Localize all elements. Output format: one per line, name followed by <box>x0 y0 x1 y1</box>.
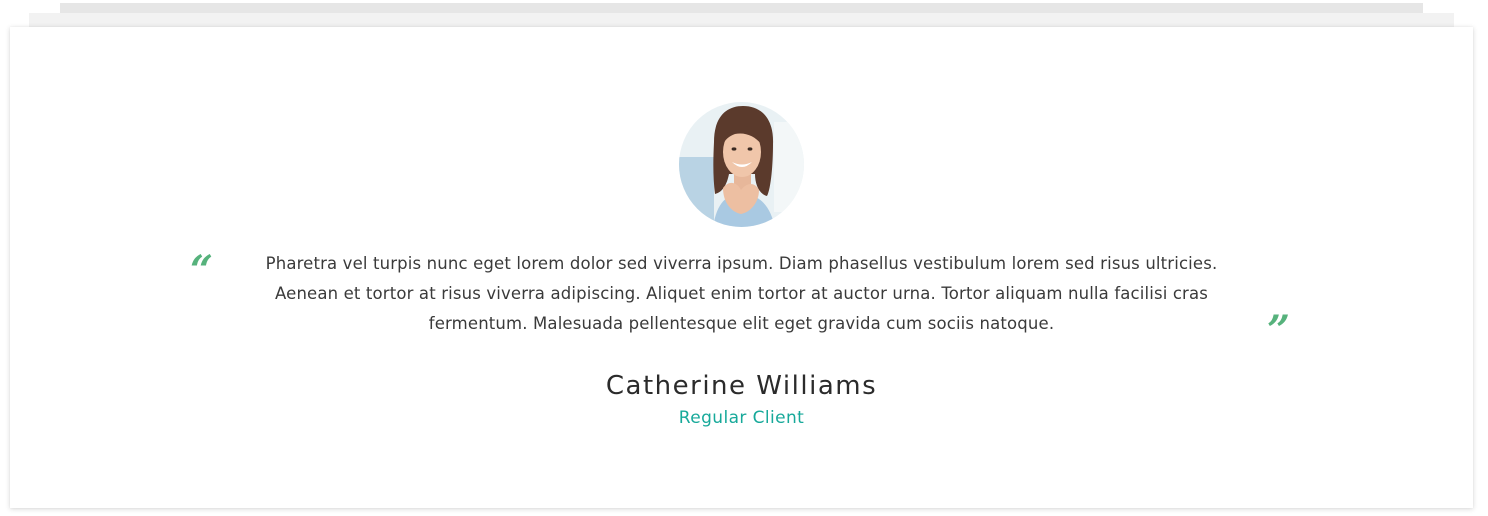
testimonial-text: Pharetra vel turpis nunc eget lorem dolo… <box>265 254 1218 333</box>
testimonial-card: “ Pharetra vel turpis nunc eget lorem do… <box>10 27 1473 508</box>
close-quote-icon: ” <box>1267 307 1291 354</box>
open-quote-icon: “ <box>190 247 214 294</box>
client-avatar <box>679 102 804 227</box>
client-name: Catherine Williams <box>605 371 878 401</box>
client-role: Regular Client <box>678 408 805 428</box>
